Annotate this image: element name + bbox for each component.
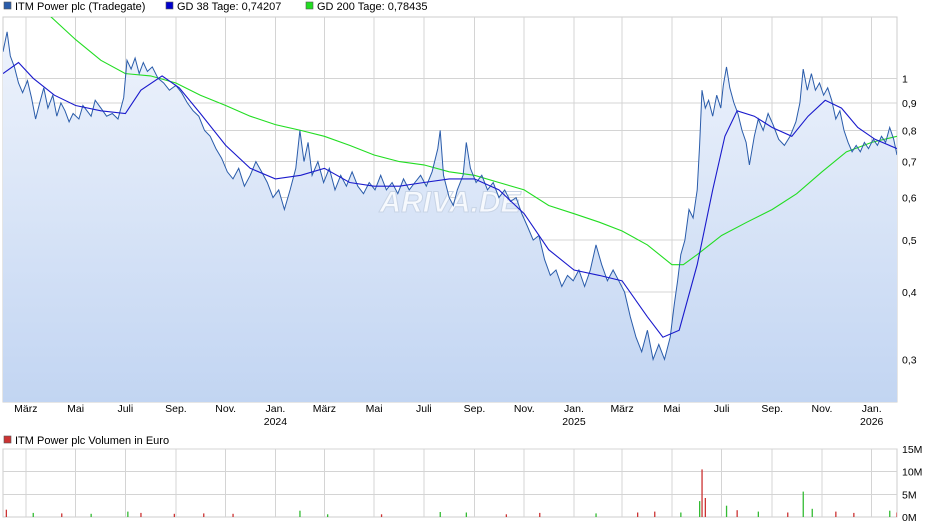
x-tick-label: Mai [663, 403, 680, 415]
x-tick-label: März [610, 403, 633, 415]
volume-y-tick-label: 5M [902, 489, 917, 501]
price-panel: ARIVA.DE 10,90,80,70,60,50,40,3 März Mai J… [2, 16, 917, 428]
x-tick-label: Jan. [862, 403, 882, 415]
volume-bar [725, 505, 728, 517]
volume-bar [140, 512, 142, 517]
volume-bar [380, 514, 383, 517]
volume-bar [637, 512, 639, 517]
x-tick-label: Juli [416, 403, 432, 415]
volume-bar [680, 512, 682, 517]
volume-bar [127, 511, 129, 517]
x-tick-label: Nov. [812, 403, 833, 415]
volume-bar [439, 512, 441, 517]
chart-page: ITM Power plc (Tradegate) GD 38 Tage: 0,… [0, 0, 940, 526]
x-tick-label: März [14, 403, 37, 415]
x-tick-year: 2026 [860, 416, 884, 428]
volume-bar [299, 510, 301, 517]
x-tick-label: Juli [117, 403, 133, 415]
volume-bar [802, 491, 804, 517]
volume-y-tick-label: 15M [902, 444, 922, 456]
y-tick-label: 0,5 [902, 235, 917, 247]
volume-bar [32, 512, 34, 517]
x-axis: März Mai Juli Sep. Nov. Jan.2024März Mai Juli Se… [14, 403, 883, 428]
y-tick-label: 1 [902, 73, 908, 85]
legend-swatch-price [3, 1, 12, 10]
x-tick-label: Sep. [464, 403, 486, 415]
x-tick-label: Nov. [215, 403, 236, 415]
volume-bar [90, 513, 92, 517]
volume-bar [701, 469, 703, 517]
volume-bar [505, 514, 507, 517]
volume-bar [811, 508, 813, 517]
x-tick-label: Mai [366, 403, 383, 415]
x-tick-year: 2024 [264, 416, 288, 428]
volume-bar [889, 510, 891, 517]
volume-bar [539, 512, 541, 517]
y-tick-label: 0,4 [902, 287, 917, 299]
volume-bar [787, 512, 789, 517]
volume-plot-area [2, 448, 898, 518]
legend-swatch-gd38 [165, 1, 174, 10]
x-tick-label: Jan. [564, 403, 584, 415]
volume-bar [173, 513, 175, 517]
volume-panel: ITM Power plc Volumen in Euro 15M 10M 5M 0M [2, 435, 922, 524]
y-tick-label: 0,8 [902, 125, 917, 137]
x-tick-label: Sep. [761, 403, 783, 415]
volume-bar [61, 513, 63, 517]
volume-bar [595, 513, 597, 517]
x-tick-label: Nov. [514, 403, 535, 415]
x-tick-label: März [313, 403, 336, 415]
y-tick-label: 0,7 [902, 157, 917, 169]
x-tick-label: Sep. [165, 403, 187, 415]
volume-bar [5, 509, 7, 517]
volume-bar [465, 512, 467, 517]
volume-bar [203, 513, 205, 517]
x-tick-label: Mai [67, 403, 84, 415]
volume-legend-label: ITM Power plc Volumen in Euro [15, 435, 169, 447]
volume-bar [736, 510, 738, 517]
legend-swatch-volume [3, 435, 12, 444]
volume-bar [704, 498, 706, 517]
volume-bar [757, 511, 759, 517]
volume-bar [853, 512, 855, 517]
y-tick-label: 0,6 [902, 193, 917, 205]
legend-label-gd200: GD 200 Tage: 0,78435 [317, 1, 428, 13]
volume-y-tick-label: 0M [902, 512, 917, 524]
volume-y-tick-label: 10M [902, 467, 922, 479]
volume-bar [699, 501, 701, 517]
stock-chart: ITM Power plc (Tradegate) GD 38 Tage: 0,… [2, 1, 922, 524]
volume-bar [654, 511, 656, 517]
x-tick-label: Juli [714, 403, 730, 415]
volume-y-axis: 15M 10M 5M 0M [902, 444, 922, 524]
volume-bar [327, 514, 329, 517]
y-tick-label: 0,3 [902, 354, 917, 366]
volume-bar [835, 511, 837, 517]
y-tick-label: 0,9 [902, 98, 917, 110]
legend-label-gd38: GD 38 Tage: 0,74207 [177, 1, 281, 13]
legend-label-price: ITM Power plc (Tradegate) [15, 1, 145, 13]
x-tick-label: Jan. [266, 403, 286, 415]
volume-bar [232, 513, 234, 517]
x-tick-year: 2025 [562, 416, 586, 428]
price-y-axis: 1 0,9 0,8 0,7 0,6 0,5 0,4 0,3 [902, 73, 917, 366]
legend-swatch-gd200 [305, 1, 314, 10]
legend: ITM Power plc (Tradegate) GD 38 Tage: 0,… [3, 1, 428, 13]
